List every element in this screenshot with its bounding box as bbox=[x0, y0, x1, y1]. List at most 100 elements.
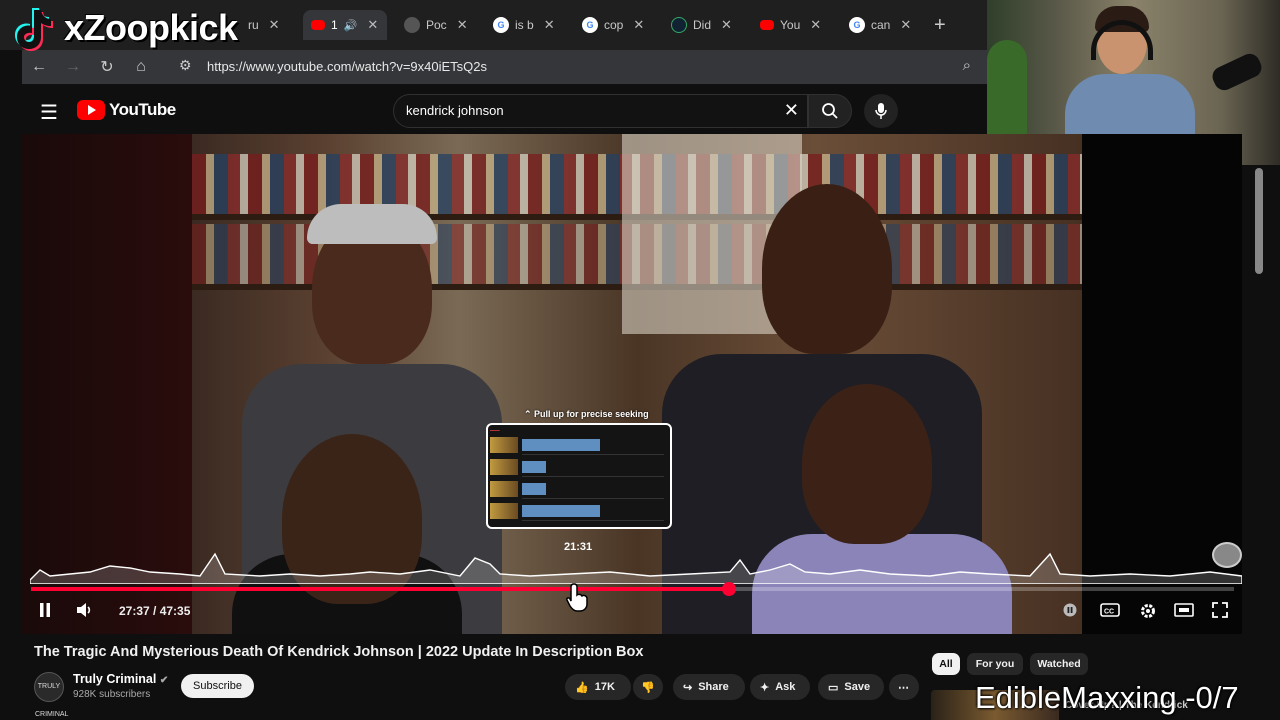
tab-label: You bbox=[780, 18, 801, 32]
volume-button[interactable] bbox=[76, 602, 94, 622]
theater-mode-button[interactable] bbox=[1174, 602, 1194, 622]
hand-cursor-icon bbox=[566, 583, 588, 612]
screen: { "overlay": { "tiktok_handle": "xZoopki… bbox=[0, 0, 1280, 720]
page-scrollbar[interactable] bbox=[1255, 168, 1263, 274]
share-button[interactable]: ↪ Share bbox=[673, 674, 745, 700]
share-label: Share bbox=[698, 681, 729, 693]
tiktok-watermark: xZoopkick bbox=[8, 4, 238, 52]
volume-icon bbox=[77, 603, 91, 617]
progress-played bbox=[31, 587, 729, 591]
theater-icon bbox=[1174, 603, 1194, 617]
captions-button[interactable]: CC bbox=[1100, 602, 1120, 622]
thumbs-down-icon: 👎 bbox=[641, 681, 655, 694]
subscriber-count: 928K subscribers bbox=[73, 689, 151, 700]
close-tab-icon[interactable]: ✕ bbox=[721, 17, 732, 33]
subscribe-button[interactable]: Subscribe bbox=[181, 674, 254, 698]
more-icon: ⋯ bbox=[898, 681, 909, 694]
reload-icon[interactable]: ↻ bbox=[90, 57, 124, 77]
search-button[interactable] bbox=[808, 94, 852, 128]
seek-hint: ⌃ Pull up for precise seeking bbox=[524, 409, 649, 419]
close-tab-icon[interactable]: ✕ bbox=[900, 17, 911, 33]
sparkle-icon: ✦ bbox=[760, 681, 770, 694]
tiktok-handle: xZoopkick bbox=[64, 7, 238, 48]
pause-button[interactable] bbox=[38, 602, 52, 622]
tab-label: 1 bbox=[331, 18, 338, 32]
ask-label: Ask bbox=[775, 681, 796, 693]
channel-avatar[interactable]: TRULY CRIMINAL bbox=[34, 672, 68, 718]
tab-label: ru bbox=[248, 18, 259, 32]
save-button[interactable]: ▭ Save bbox=[818, 674, 884, 700]
save-label: Save bbox=[844, 681, 871, 693]
close-tab-icon[interactable]: ✕ bbox=[457, 17, 468, 33]
time-display: 27:37 / 47:35 bbox=[119, 604, 191, 618]
channel-name[interactable]: Truly Criminal ✔ bbox=[73, 672, 168, 686]
close-tab-icon[interactable]: ✕ bbox=[544, 17, 555, 33]
dislike-button[interactable]: 👎 bbox=[633, 674, 663, 700]
url-field[interactable]: https://www.youtube.com/watch?v=9x40iETs… bbox=[207, 59, 487, 74]
home-icon[interactable]: ⌂ bbox=[124, 58, 158, 76]
tab-3[interactable]: G is b ✕ bbox=[485, 10, 565, 40]
progress-bar[interactable] bbox=[31, 582, 1234, 596]
svg-text:CC: CC bbox=[1104, 609, 1114, 616]
google-favicon-icon: G bbox=[582, 17, 598, 33]
chip-all[interactable]: All bbox=[932, 653, 960, 675]
close-tab-icon[interactable]: ✕ bbox=[810, 17, 821, 33]
close-tab-icon[interactable]: ✕ bbox=[633, 17, 644, 33]
autoplay-toggle[interactable] bbox=[1062, 602, 1078, 622]
new-tab-button[interactable]: + bbox=[934, 14, 946, 37]
fullscreen-icon bbox=[1212, 602, 1228, 618]
close-tab-icon[interactable]: ✕ bbox=[367, 17, 378, 33]
more-actions-button[interactable]: ⋯ bbox=[889, 674, 919, 700]
search-box: ✕ bbox=[393, 94, 808, 128]
fullscreen-button[interactable] bbox=[1212, 602, 1228, 622]
channel-watermark-icon[interactable] bbox=[1212, 542, 1242, 568]
youtube-logo[interactable]: YouTube bbox=[77, 100, 176, 120]
thumbs-up-icon: 👍 bbox=[575, 681, 589, 694]
progress-scrubber[interactable] bbox=[721, 582, 736, 596]
tab-label: is b bbox=[515, 18, 534, 32]
voice-search-button[interactable] bbox=[864, 94, 898, 128]
forward-icon[interactable]: → bbox=[56, 58, 90, 76]
pause-icon bbox=[40, 603, 50, 617]
zoom-icon[interactable]: ⌕ bbox=[963, 57, 971, 74]
captions-icon: CC bbox=[1100, 603, 1120, 617]
youtube-favicon-icon bbox=[311, 20, 325, 30]
like-button[interactable]: 👍 17K bbox=[565, 674, 631, 700]
chip-watched[interactable]: Watched bbox=[1030, 653, 1088, 675]
tab-6[interactable]: You ✕ bbox=[752, 10, 832, 40]
search-icon bbox=[822, 103, 838, 119]
tab-2[interactable]: Poc ✕ bbox=[396, 10, 476, 40]
tab-0[interactable]: ru ✕ bbox=[240, 10, 298, 40]
verified-icon: ✔ bbox=[159, 675, 169, 686]
globe-icon bbox=[404, 17, 420, 33]
site-settings-icon[interactable]: ⚙ bbox=[179, 57, 192, 74]
youtube-play-icon bbox=[77, 100, 105, 120]
tab-label: can bbox=[871, 18, 891, 32]
video-title: The Tragic And Mysterious Death Of Kendr… bbox=[34, 644, 644, 660]
settings-button[interactable] bbox=[1139, 602, 1157, 622]
clear-search-icon[interactable]: ✕ bbox=[784, 100, 799, 121]
share-icon: ↪ bbox=[683, 681, 693, 694]
bookmark-icon: ▭ bbox=[828, 681, 839, 694]
hamburger-menu-icon[interactable]: ☰ bbox=[40, 100, 58, 125]
tab-active-youtube[interactable]: 1 🔊 ✕ bbox=[303, 10, 387, 40]
autoplay-icon bbox=[1063, 603, 1077, 617]
tiktok-logo-icon bbox=[8, 4, 56, 52]
site-favicon-icon bbox=[671, 17, 687, 33]
video-player[interactable]: ⌃ Pull up for precise seeking ━━━━ 21:31… bbox=[22, 134, 1242, 634]
ask-button[interactable]: ✦ Ask bbox=[750, 674, 810, 700]
tab-5[interactable]: Did ✕ bbox=[663, 10, 743, 40]
tab-7[interactable]: G can ✕ bbox=[841, 10, 921, 40]
google-favicon-icon: G bbox=[493, 17, 509, 33]
search-input[interactable] bbox=[406, 103, 766, 118]
tab-label: cop bbox=[604, 18, 624, 32]
close-tab-icon[interactable]: ✕ bbox=[269, 17, 280, 33]
chip-for-you[interactable]: For you bbox=[967, 653, 1023, 675]
most-replayed-heatmap bbox=[30, 552, 1242, 584]
youtube-wordmark: YouTube bbox=[109, 100, 176, 119]
tab-4[interactable]: G cop ✕ bbox=[574, 10, 654, 40]
gear-icon bbox=[1141, 604, 1155, 618]
microphone-icon bbox=[875, 103, 887, 119]
back-icon[interactable]: ← bbox=[22, 58, 56, 76]
speaker-icon[interactable]: 🔊 bbox=[344, 19, 358, 32]
